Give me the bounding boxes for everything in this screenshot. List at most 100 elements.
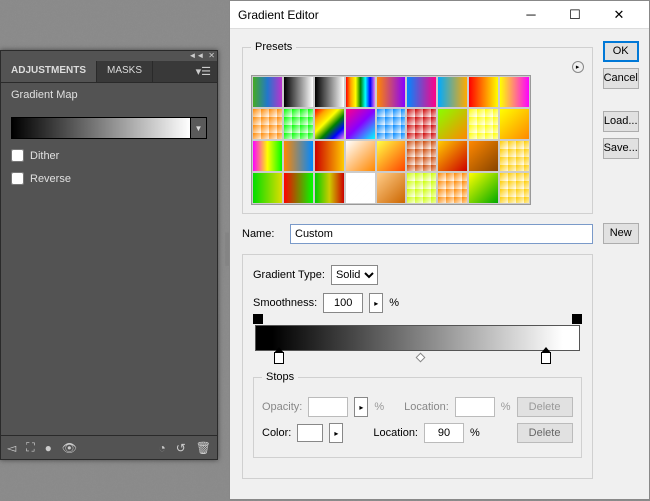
preset-swatch[interactable]: [406, 108, 437, 140]
midpoint-marker[interactable]: [416, 353, 426, 363]
preset-swatch[interactable]: [376, 172, 407, 204]
preset-swatch[interactable]: [468, 172, 499, 204]
preset-swatch[interactable]: [283, 76, 314, 108]
panel-tabs: ADJUSTMENTS MASKS ▾☰: [1, 61, 217, 83]
footer-visibility-icon[interactable]: 👁: [62, 441, 77, 455]
preset-swatch[interactable]: [314, 172, 345, 204]
opacity-input: [308, 397, 348, 417]
preset-swatch[interactable]: [345, 76, 376, 108]
preset-swatch[interactable]: [252, 140, 283, 172]
opacity-delete-button: Delete: [517, 397, 573, 417]
name-input[interactable]: [290, 224, 593, 244]
tab-masks[interactable]: MASKS: [97, 61, 153, 82]
preset-swatch[interactable]: [283, 108, 314, 140]
footer-expand-icon[interactable]: ⛶: [26, 440, 34, 455]
preset-swatch[interactable]: [437, 108, 468, 140]
dither-checkbox-row[interactable]: Dither: [11, 149, 207, 162]
presets-grid: [251, 75, 531, 205]
preset-swatch[interactable]: [252, 108, 283, 140]
smoothness-spinner[interactable]: ▸: [369, 293, 383, 313]
preset-swatch[interactable]: [376, 108, 407, 140]
preset-swatch[interactable]: [499, 108, 530, 140]
reverse-checkbox-row[interactable]: Reverse: [11, 172, 207, 185]
stops-legend: Stops: [262, 371, 298, 383]
preset-swatch[interactable]: [499, 140, 530, 172]
preset-swatch[interactable]: [437, 172, 468, 204]
preset-swatch[interactable]: [314, 140, 345, 172]
gradient-type-select[interactable]: Solid: [331, 265, 378, 285]
new-button[interactable]: New: [603, 223, 639, 244]
color-stop-2[interactable]: [541, 352, 551, 364]
footer-clip-icon[interactable]: ◔: [158, 441, 165, 455]
preset-swatch[interactable]: [314, 108, 345, 140]
preset-swatch[interactable]: [499, 76, 530, 108]
color-location-input[interactable]: [424, 423, 464, 443]
ok-button[interactable]: OK: [603, 41, 639, 62]
preset-swatch[interactable]: [468, 108, 499, 140]
pct-label: %: [374, 401, 384, 413]
footer-reset-icon[interactable]: ↺: [176, 441, 186, 455]
opacity-location-input: [455, 397, 495, 417]
footer-circle-icon[interactable]: ●: [45, 441, 52, 455]
close-button[interactable]: ✕: [597, 1, 641, 29]
gradient-map-preview[interactable]: ▼: [11, 117, 207, 139]
opacity-spinner: ▸: [354, 397, 368, 417]
color-picker-icon[interactable]: ▸: [329, 423, 343, 443]
preset-swatch[interactable]: [345, 108, 376, 140]
preset-swatch[interactable]: [437, 76, 468, 108]
presets-menu-icon[interactable]: ▸: [572, 61, 584, 73]
panel-menu-icon[interactable]: ▾☰: [190, 61, 217, 82]
minimize-button[interactable]: ─: [509, 1, 553, 29]
reverse-checkbox[interactable]: [11, 172, 24, 185]
dither-label: Dither: [30, 150, 59, 162]
preset-swatch[interactable]: [283, 172, 314, 204]
preset-swatch[interactable]: [406, 140, 437, 172]
preset-swatch[interactable]: [283, 140, 314, 172]
tab-adjustments[interactable]: ADJUSTMENTS: [1, 61, 97, 82]
preset-swatch[interactable]: [345, 140, 376, 172]
color-location-label: Location:: [373, 427, 418, 439]
stops-fieldset: Stops Opacity: ▸ % Location: % Delete Co…: [253, 371, 582, 458]
opacity-stop-left[interactable]: [253, 314, 263, 324]
opacity-location-label: Location:: [404, 401, 449, 413]
opacity-stop-right[interactable]: [572, 314, 582, 324]
preset-swatch[interactable]: [345, 172, 376, 204]
gradient-dropdown-icon[interactable]: ▼: [191, 117, 207, 139]
panel-collapse-icon[interactable]: ◄◄: [188, 51, 204, 61]
dither-checkbox[interactable]: [11, 149, 24, 162]
preset-swatch[interactable]: [314, 76, 345, 108]
preset-swatch[interactable]: [376, 76, 407, 108]
load-button[interactable]: Load...: [603, 111, 639, 132]
preset-swatch[interactable]: [499, 172, 530, 204]
dialog-titlebar[interactable]: Gradient Editor ─ ☐ ✕: [230, 1, 649, 29]
preset-swatch[interactable]: [468, 76, 499, 108]
preset-swatch[interactable]: [252, 76, 283, 108]
maximize-button[interactable]: ☐: [553, 1, 597, 29]
footer-back-icon[interactable]: ◅: [7, 441, 16, 455]
smoothness-label: Smoothness:: [253, 297, 317, 309]
reverse-label: Reverse: [30, 173, 71, 185]
preset-swatch[interactable]: [468, 140, 499, 172]
gradient-edit-bar[interactable]: [255, 325, 580, 351]
preset-swatch[interactable]: [406, 172, 437, 204]
gradient-bar[interactable]: [255, 325, 580, 351]
presets-fieldset: Presets ▸: [242, 41, 593, 214]
footer-trash-icon[interactable]: 🗑: [196, 441, 211, 455]
name-label: Name:: [242, 228, 282, 240]
preset-swatch[interactable]: [252, 172, 283, 204]
panel-close-icon[interactable]: ✕: [208, 51, 215, 61]
preset-swatch[interactable]: [376, 140, 407, 172]
cancel-button[interactable]: Cancel: [603, 68, 639, 89]
gradient-type-label: Gradient Type:: [253, 269, 325, 281]
smoothness-input[interactable]: [323, 293, 363, 313]
preset-swatch[interactable]: [437, 140, 468, 172]
color-delete-button[interactable]: Delete: [517, 423, 573, 443]
gradient-preview-bar[interactable]: [11, 117, 191, 139]
save-button[interactable]: Save...: [603, 138, 639, 159]
color-stop-1[interactable]: [274, 352, 284, 364]
pct-label: %: [470, 427, 480, 439]
adjustments-panel: ◄◄ ✕ ADJUSTMENTS MASKS ▾☰ Gradient Map ▼…: [0, 50, 218, 460]
preset-swatch[interactable]: [406, 76, 437, 108]
panel-footer: ◅ ⛶ ● 👁 ◔ ↺ 🗑: [1, 435, 217, 459]
color-swatch[interactable]: [297, 424, 323, 442]
